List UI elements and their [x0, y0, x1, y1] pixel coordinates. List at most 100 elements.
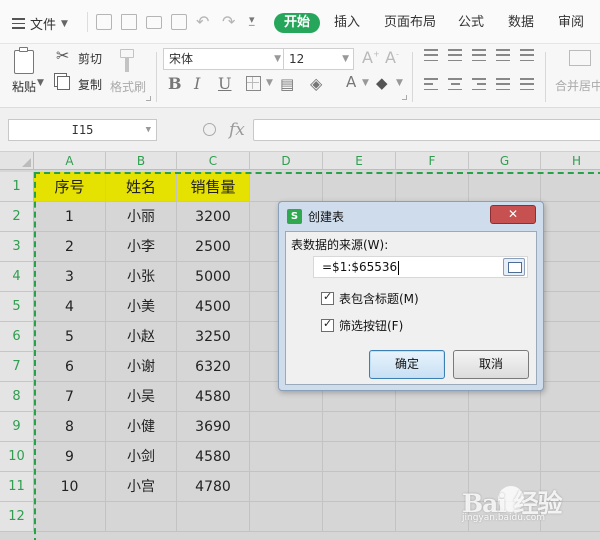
- empty-cell[interactable]: [541, 442, 600, 472]
- close-button[interactable]: ✕: [490, 205, 536, 224]
- name-box[interactable]: I15 ▼: [8, 119, 157, 141]
- font-color-icon[interactable]: A: [346, 73, 356, 91]
- empty-cell[interactable]: [250, 172, 323, 202]
- range-input[interactable]: =$1:$65536: [313, 256, 528, 278]
- header-cell[interactable]: 序号: [34, 172, 106, 202]
- tab-data[interactable]: 数据: [508, 13, 534, 33]
- cell-fill-icon[interactable]: ▤: [280, 75, 294, 93]
- row-header-1[interactable]: 1: [0, 172, 34, 202]
- decrease-indent-icon[interactable]: [496, 49, 510, 61]
- select-all-corner[interactable]: [0, 152, 34, 170]
- column-header-e[interactable]: E: [323, 152, 396, 170]
- empty-cell[interactable]: [541, 352, 600, 382]
- data-cell[interactable]: 小美: [106, 292, 177, 322]
- data-cell[interactable]: 2500: [177, 232, 250, 262]
- paste-icon[interactable]: [14, 47, 34, 74]
- cut-button[interactable]: 剪切: [78, 50, 102, 67]
- increase-font-icon[interactable]: A+: [362, 50, 380, 66]
- empty-cell[interactable]: [469, 172, 541, 202]
- tab-insert[interactable]: 插入: [334, 13, 360, 33]
- align-top-icon[interactable]: [424, 49, 438, 61]
- empty-cell[interactable]: [541, 172, 600, 202]
- empty-cell[interactable]: [323, 472, 396, 502]
- merge-center-button[interactable]: 合并居中: [555, 77, 600, 94]
- data-cell[interactable]: 小宫: [106, 472, 177, 502]
- empty-cell[interactable]: [250, 502, 323, 532]
- data-cell[interactable]: 小谢: [106, 352, 177, 382]
- data-cell[interactable]: 4580: [177, 442, 250, 472]
- empty-cell[interactable]: [106, 502, 177, 532]
- print-preview-icon[interactable]: [171, 14, 187, 30]
- print-icon[interactable]: [146, 16, 162, 29]
- empty-cell[interactable]: [541, 382, 600, 412]
- empty-cell[interactable]: [541, 202, 600, 232]
- data-cell[interactable]: 8: [34, 412, 106, 442]
- row-header-6[interactable]: 6: [0, 322, 34, 352]
- data-cell[interactable]: 7: [34, 382, 106, 412]
- data-cell[interactable]: 2: [34, 232, 106, 262]
- data-cell[interactable]: 5: [34, 322, 106, 352]
- ok-button[interactable]: 确定: [369, 350, 445, 379]
- row-header-8[interactable]: 8: [0, 382, 34, 412]
- chevron-down-icon[interactable]: ▼: [266, 78, 273, 88]
- column-header-d[interactable]: D: [250, 152, 323, 170]
- tab-formulas[interactable]: 公式: [458, 13, 484, 33]
- formula-input[interactable]: [253, 119, 600, 141]
- data-cell[interactable]: 4: [34, 292, 106, 322]
- data-cell[interactable]: 4780: [177, 472, 250, 502]
- font-size-select[interactable]: 12 ▼: [283, 48, 354, 70]
- bold-icon[interactable]: B: [168, 74, 182, 93]
- row-header-10[interactable]: 10: [0, 442, 34, 472]
- data-cell[interactable]: 小张: [106, 262, 177, 292]
- distributed-icon[interactable]: [520, 78, 534, 90]
- empty-cell[interactable]: [541, 322, 600, 352]
- chevron-down-icon[interactable]: ▼: [37, 79, 44, 88]
- data-cell[interactable]: 6320: [177, 352, 250, 382]
- decrease-font-icon[interactable]: A-: [385, 50, 399, 66]
- clear-format-icon[interactable]: ◆: [376, 74, 388, 92]
- data-cell[interactable]: 9: [34, 442, 106, 472]
- empty-cell[interactable]: [469, 442, 541, 472]
- tab-page-layout[interactable]: 页面布局: [384, 13, 436, 33]
- data-cell[interactable]: 小赵: [106, 322, 177, 352]
- data-cell[interactable]: 3200: [177, 202, 250, 232]
- row-header-11[interactable]: 11: [0, 472, 34, 502]
- empty-cell[interactable]: [34, 502, 106, 532]
- justify-icon[interactable]: [496, 78, 510, 90]
- tab-home[interactable]: 开始: [274, 13, 321, 33]
- row-header-9[interactable]: 9: [0, 412, 34, 442]
- empty-cell[interactable]: [541, 292, 600, 322]
- chevron-down-icon[interactable]: ▼: [362, 78, 369, 88]
- cancel-button[interactable]: 取消: [453, 350, 529, 379]
- empty-cell[interactable]: [323, 172, 396, 202]
- empty-cell[interactable]: [396, 172, 469, 202]
- format-painter-button[interactable]: 格式刷: [110, 78, 146, 95]
- copy-button[interactable]: 复制: [78, 76, 102, 93]
- range-picker-button[interactable]: [503, 258, 525, 276]
- column-header-f[interactable]: F: [396, 152, 469, 170]
- row-header-7[interactable]: 7: [0, 352, 34, 382]
- column-header-a[interactable]: A: [34, 152, 106, 170]
- empty-cell[interactable]: [396, 502, 469, 532]
- row-header-2[interactable]: 2: [0, 202, 34, 232]
- empty-cell[interactable]: [250, 412, 323, 442]
- has-header-checkbox[interactable]: 表包含标题(M): [321, 290, 419, 307]
- data-cell[interactable]: 5000: [177, 262, 250, 292]
- data-cell[interactable]: 3250: [177, 322, 250, 352]
- data-cell[interactable]: 4500: [177, 292, 250, 322]
- borders-icon[interactable]: [246, 76, 261, 91]
- data-cell[interactable]: 3690: [177, 412, 250, 442]
- underline-icon[interactable]: U: [218, 74, 231, 93]
- data-cell[interactable]: 小剑: [106, 442, 177, 472]
- data-cell[interactable]: 小吴: [106, 382, 177, 412]
- row-header-5[interactable]: 5: [0, 292, 34, 322]
- file-menu[interactable]: 文件 ▼: [12, 14, 68, 33]
- empty-cell[interactable]: [323, 412, 396, 442]
- empty-cell[interactable]: [541, 412, 600, 442]
- redo-icon[interactable]: ↷: [222, 12, 235, 31]
- data-cell[interactable]: 小丽: [106, 202, 177, 232]
- increase-indent-icon[interactable]: [520, 49, 534, 61]
- column-header-g[interactable]: G: [469, 152, 541, 170]
- save-icon[interactable]: [96, 14, 112, 30]
- empty-cell[interactable]: [323, 442, 396, 472]
